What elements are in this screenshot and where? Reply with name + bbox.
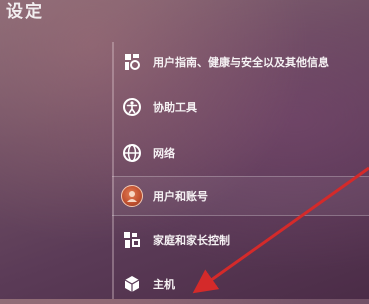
- settings-menu: 用户指南、健康与安全以及其他信息 协助工具 网络 用户和账号 家庭和家长控制 主…: [112, 42, 369, 299]
- page-title: 设定: [6, 2, 44, 22]
- family-icon: [121, 229, 143, 251]
- settings-item-network[interactable]: 网络: [112, 133, 369, 173]
- globe-icon: [121, 142, 143, 164]
- settings-item-label: 主机: [153, 278, 175, 291]
- settings-item-console[interactable]: 主机: [112, 264, 369, 304]
- settings-item-family-parental-controls[interactable]: 家庭和家长控制: [112, 220, 369, 260]
- accessibility-icon: [121, 96, 143, 118]
- settings-item-accessibility[interactable]: 协助工具: [112, 87, 369, 127]
- user-avatar-icon: [121, 185, 143, 207]
- user-guide-icon: [121, 51, 143, 73]
- console-icon: [121, 273, 143, 295]
- settings-item-label: 用户指南、健康与安全以及其他信息: [153, 56, 329, 69]
- settings-item-users-accounts[interactable]: 用户和账号: [112, 176, 369, 216]
- settings-item-label: 网络: [153, 147, 175, 160]
- settings-item-user-guide[interactable]: 用户指南、健康与安全以及其他信息: [112, 42, 369, 82]
- settings-item-label: 协助工具: [153, 101, 197, 114]
- settings-item-label: 家庭和家长控制: [153, 234, 230, 247]
- settings-item-label: 用户和账号: [153, 190, 208, 203]
